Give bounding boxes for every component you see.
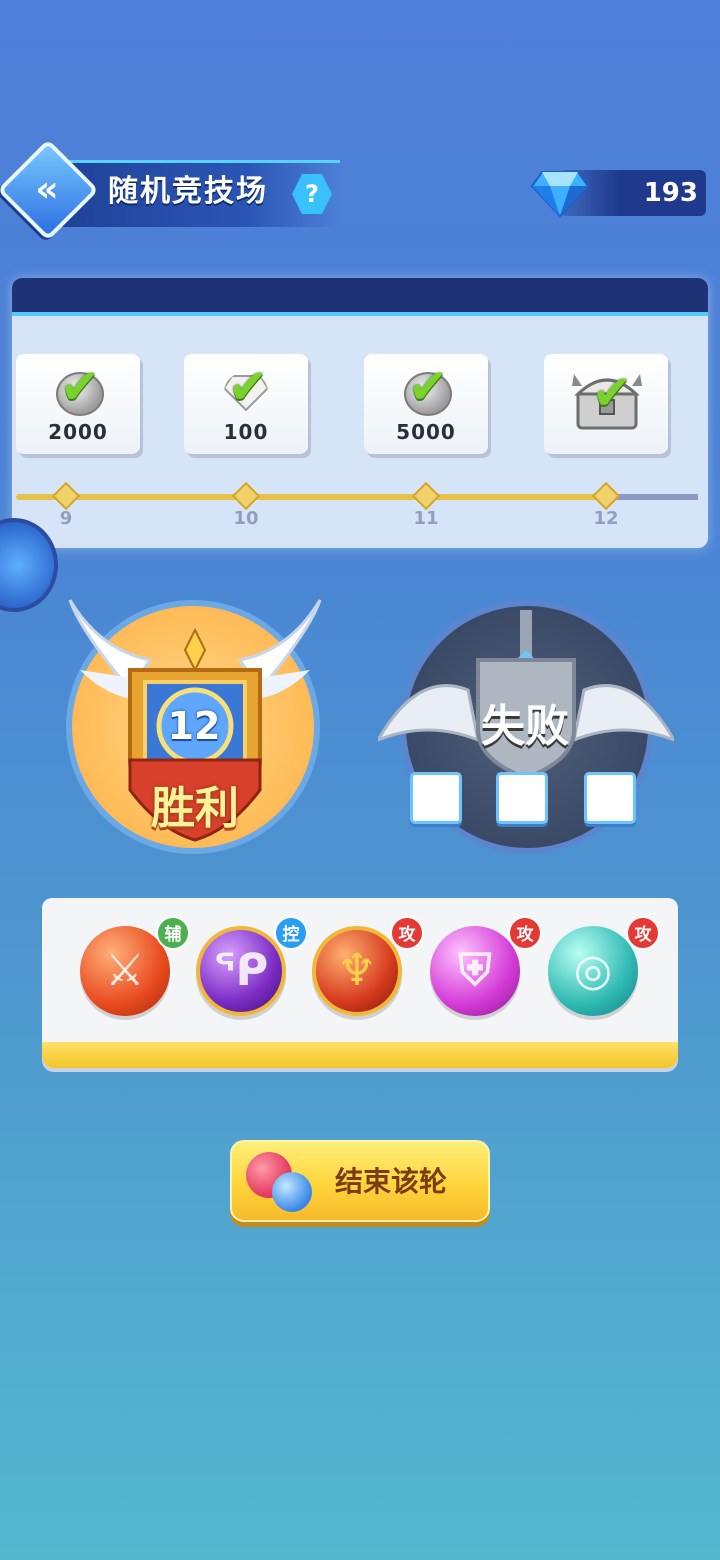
reward-card[interactable]: ✔	[544, 354, 668, 454]
panel-stripe	[42, 1042, 678, 1068]
hero-orb[interactable]: ◎	[548, 926, 638, 1016]
role-badge: 控	[274, 916, 308, 950]
milestone-marker	[591, 481, 621, 511]
swirl-icon: ◎	[573, 945, 613, 996]
check-icon: ✔	[227, 359, 269, 415]
loss-label: 失败	[481, 701, 569, 752]
loss-slot	[410, 772, 462, 824]
win-count: 12	[167, 704, 221, 748]
check-icon: ✔	[407, 359, 449, 415]
role-badge: 辅	[156, 916, 190, 950]
reward-progress-panel: ✔ 2000 ✔ 100 ✔ 5000 ✔ 9 10 11 12	[12, 278, 708, 548]
loss-slot	[584, 772, 636, 824]
milestone-label: 11	[413, 508, 439, 529]
hook-icon: ᕿ	[213, 945, 269, 996]
reward-card[interactable]: ✔ 100	[184, 354, 308, 454]
orb-icon	[272, 1172, 312, 1212]
reward-card[interactable]: ✔ 5000	[364, 354, 488, 454]
role-badge: 攻	[508, 916, 542, 950]
reward-amount: 2000	[48, 420, 108, 444]
page-title: 随机竞技场	[108, 174, 268, 209]
check-icon: ✔	[591, 365, 633, 421]
hero-orb[interactable]: ᕿ	[196, 926, 286, 1016]
milestone-label: 9	[59, 508, 73, 529]
milestone-label: 12	[593, 508, 619, 529]
win-label: 胜利	[151, 783, 239, 834]
milestone-label: 10	[233, 508, 259, 529]
loss-slot	[496, 772, 548, 824]
reward-amount: 5000	[396, 420, 456, 444]
reward-amount: 100	[223, 420, 269, 444]
gem-count: 193	[643, 178, 698, 208]
milestone-marker	[231, 481, 261, 511]
panel-header	[12, 278, 708, 316]
shield-icon: ⛨	[458, 945, 492, 996]
role-badge: 攻	[390, 916, 424, 950]
role-badge: 攻	[626, 916, 660, 950]
end-round-label[interactable]: 结束该轮	[316, 1160, 466, 1204]
progress-track-remaining	[608, 494, 698, 500]
milestone-marker	[51, 481, 81, 511]
diamond-icon	[530, 171, 590, 218]
hero-orb[interactable]: ♆	[312, 926, 402, 1016]
chevron-left-icon[interactable]: «	[23, 168, 71, 212]
check-icon: ✔	[59, 359, 101, 415]
dragon-icon: ♆	[337, 945, 377, 996]
hero-orb[interactable]: ⛨	[430, 926, 520, 1016]
reward-card[interactable]: ✔ 2000	[16, 354, 140, 454]
milestone-marker	[411, 481, 441, 511]
